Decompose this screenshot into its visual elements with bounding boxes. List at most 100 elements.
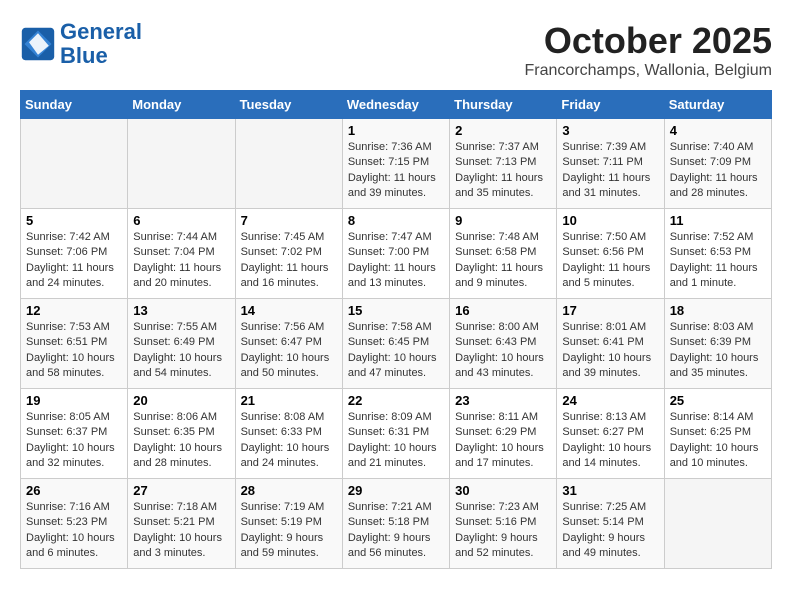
- sunrise-text: Sunrise: 7:16 AM: [26, 501, 110, 513]
- daylight-text: Daylight: 10 hours and 17 minutes.: [455, 442, 544, 469]
- calendar-cell: 11Sunrise: 7:52 AMSunset: 6:53 PMDayligh…: [664, 209, 771, 299]
- calendar-cell: 13Sunrise: 7:55 AMSunset: 6:49 PMDayligh…: [128, 299, 235, 389]
- sunset-text: Sunset: 6:39 PM: [670, 336, 751, 348]
- weekday-header: Sunday: [21, 91, 128, 119]
- calendar-week-row: 1Sunrise: 7:36 AMSunset: 7:15 PMDaylight…: [21, 119, 772, 209]
- sunrise-text: Sunrise: 7:58 AM: [348, 321, 432, 333]
- sunrise-text: Sunrise: 7:42 AM: [26, 231, 110, 243]
- daylight-text: Daylight: 11 hours and 9 minutes.: [455, 262, 543, 289]
- daylight-text: Daylight: 11 hours and 16 minutes.: [241, 262, 329, 289]
- sunset-text: Sunset: 6:47 PM: [241, 336, 322, 348]
- sunrise-text: Sunrise: 7:53 AM: [26, 321, 110, 333]
- logo-line2: Blue: [60, 43, 108, 68]
- calendar-cell: 8 Sunrise: 7:47 AMSunset: 7:00 PMDaylight…: [342, 209, 449, 299]
- sunset-text: Sunset: 6:29 PM: [455, 426, 536, 438]
- sunset-text: Sunset: 7:11 PM: [562, 156, 643, 168]
- day-info: Sunrise: 7:21 AMSunset: 5:18 PMDaylight:…: [348, 500, 444, 562]
- sunset-text: Sunset: 6:33 PM: [241, 426, 322, 438]
- daylight-text: Daylight: 10 hours and 14 minutes.: [562, 442, 651, 469]
- sunset-text: Sunset: 7:15 PM: [348, 156, 429, 168]
- month-title: October 2025: [525, 20, 773, 62]
- daylight-text: Daylight: 11 hours and 13 minutes.: [348, 262, 436, 289]
- sunset-text: Sunset: 7:00 PM: [348, 246, 429, 258]
- sunrise-text: Sunrise: 8:06 AM: [133, 411, 217, 423]
- sunrise-text: Sunrise: 7:39 AM: [562, 141, 646, 153]
- daylight-text: Daylight: 11 hours and 24 minutes.: [26, 262, 114, 289]
- sunrise-text: Sunrise: 7:45 AM: [241, 231, 325, 243]
- calendar-cell: 21 Sunrise: 8:08 AMSunset: 6:33 PMDayligh…: [235, 389, 342, 479]
- day-number: 23: [455, 393, 551, 408]
- sunrise-text: Sunrise: 8:03 AM: [670, 321, 754, 333]
- calendar-cell: 17Sunrise: 8:01 AMSunset: 6:41 PMDayligh…: [557, 299, 664, 389]
- sunset-text: Sunset: 5:19 PM: [241, 516, 322, 528]
- day-number: 16: [455, 303, 551, 318]
- sunset-text: Sunset: 6:58 PM: [455, 246, 536, 258]
- calendar-week-row: 12Sunrise: 7:53 AMSunset: 6:51 PMDayligh…: [21, 299, 772, 389]
- day-info: Sunrise: 7:44 AMSunset: 7:04 PMDaylight:…: [133, 230, 229, 292]
- sunset-text: Sunset: 5:18 PM: [348, 516, 429, 528]
- day-info: Sunrise: 8:13 AMSunset: 6:27 PMDaylight:…: [562, 410, 658, 472]
- calendar-cell: 10Sunrise: 7:50 AMSunset: 6:56 PMDayligh…: [557, 209, 664, 299]
- calendar-cell: 15Sunrise: 7:58 AMSunset: 6:45 PMDayligh…: [342, 299, 449, 389]
- sunset-text: Sunset: 6:27 PM: [562, 426, 643, 438]
- calendar-cell: [235, 119, 342, 209]
- sunset-text: Sunset: 6:37 PM: [26, 426, 107, 438]
- day-number: 21: [241, 393, 337, 408]
- calendar-cell: 29 Sunrise: 7:21 AMSunset: 5:18 PMDayligh…: [342, 479, 449, 569]
- day-info: Sunrise: 8:11 AM Sunset: 6:29 PM Daylight:…: [455, 410, 551, 472]
- day-info: Sunrise: 7:42 AMSunset: 7:06 PMDaylight:…: [26, 230, 122, 292]
- daylight-text: Daylight: 11 hours and 28 minutes.: [670, 172, 758, 199]
- sunrise-text: Sunrise: 8:01 AM: [562, 321, 646, 333]
- day-info: Sunrise: 7:56 AMSunset: 6:47 PMDaylight:…: [241, 320, 337, 382]
- daylight-text: Daylight: 10 hours and 6 minutes.: [26, 532, 115, 559]
- sunset-text: Sunset: 5:23 PM: [26, 516, 107, 528]
- day-info: Sunrise: 7:53 AMSunset: 6:51 PMDaylight:…: [26, 320, 122, 382]
- daylight-text: Daylight: 11 hours and 39 minutes.: [348, 172, 436, 199]
- day-info: Sunrise: 7:36 AMSunset: 7:15 PMDaylight:…: [348, 140, 444, 202]
- daylight-text: Daylight: 10 hours and 54 minutes.: [133, 352, 222, 379]
- sunset-text: Sunset: 5:21 PM: [133, 516, 214, 528]
- day-number: 25: [670, 393, 766, 408]
- day-info: Sunrise: 8:14 AMSunset: 6:25 PMDaylight:…: [670, 410, 766, 472]
- calendar-cell: 23 Sunrise: 8:11 AM Sunset: 6:29 PM Dayligh…: [450, 389, 557, 479]
- day-number: 20: [133, 393, 229, 408]
- sunset-text: Sunset: 6:25 PM: [670, 426, 751, 438]
- sunset-text: Sunset: 6:56 PM: [562, 246, 643, 258]
- sunset-text: Sunset: 6:31 PM: [348, 426, 429, 438]
- sunset-text: Sunset: 6:53 PM: [670, 246, 751, 258]
- sunset-text: Sunset: 6:45 PM: [348, 336, 429, 348]
- calendar-cell: 19Sunrise: 8:05 AMSunset: 6:37 PMDayligh…: [21, 389, 128, 479]
- day-info: Sunrise: 8:08 AMSunset: 6:33 PMDaylight:…: [241, 410, 337, 472]
- day-info: Sunrise: 7:23 AMSunset: 5:16 PMDaylight:…: [455, 500, 551, 562]
- calendar-cell: 27Sunrise: 7:18 AMSunset: 5:21 PMDayligh…: [128, 479, 235, 569]
- day-info: Sunrise: 7:25 AMSunset: 5:14 PMDaylight:…: [562, 500, 658, 562]
- day-number: 29: [348, 483, 444, 498]
- calendar-cell: 2Sunrise: 7:37 AMSunset: 7:13 PMDaylight…: [450, 119, 557, 209]
- sunrise-text: Sunrise: 7:23 AM: [455, 501, 539, 513]
- weekday-header: Thursday: [450, 91, 557, 119]
- sunrise-text: Sunrise: 7:56 AM: [241, 321, 325, 333]
- calendar-cell: 1Sunrise: 7:36 AMSunset: 7:15 PMDaylight…: [342, 119, 449, 209]
- sunset-text: Sunset: 6:51 PM: [26, 336, 107, 348]
- title-area: October 2025 Francorchamps, Wallonia, Be…: [525, 20, 773, 80]
- day-info: Sunrise: 7:47 AMSunset: 7:00 PMDaylight:…: [348, 230, 444, 292]
- calendar-cell: 31Sunrise: 7:25 AMSunset: 5:14 PMDayligh…: [557, 479, 664, 569]
- daylight-text: Daylight: 10 hours and 28 minutes.: [133, 442, 222, 469]
- sunrise-text: Sunrise: 7:44 AM: [133, 231, 217, 243]
- sunrise-text: Sunrise: 8:11 AM: [455, 411, 538, 423]
- location: Francorchamps, Wallonia, Belgium: [525, 62, 773, 80]
- daylight-text: Daylight: 10 hours and 21 minutes.: [348, 442, 437, 469]
- calendar-cell: 16Sunrise: 8:00 AMSunset: 6:43 PMDayligh…: [450, 299, 557, 389]
- weekday-header: Saturday: [664, 91, 771, 119]
- day-info: Sunrise: 7:19 AMSunset: 5:19 PMDaylight:…: [241, 500, 337, 562]
- day-number: 24: [562, 393, 658, 408]
- day-number: 17: [562, 303, 658, 318]
- sunrise-text: Sunrise: 7:37 AM: [455, 141, 539, 153]
- daylight-text: Daylight: 10 hours and 10 minutes.: [670, 442, 759, 469]
- weekday-header-row: SundayMondayTuesdayWednesdayThursdayFrid…: [21, 91, 772, 119]
- day-info: Sunrise: 8:09 AMSunset: 6:31 PMDaylight:…: [348, 410, 444, 472]
- daylight-text: Daylight: 9 hours and 52 minutes.: [455, 532, 538, 559]
- calendar-cell: 18Sunrise: 8:03 AMSunset: 6:39 PMDayligh…: [664, 299, 771, 389]
- day-number: 11: [670, 213, 766, 228]
- day-number: 8: [348, 213, 444, 228]
